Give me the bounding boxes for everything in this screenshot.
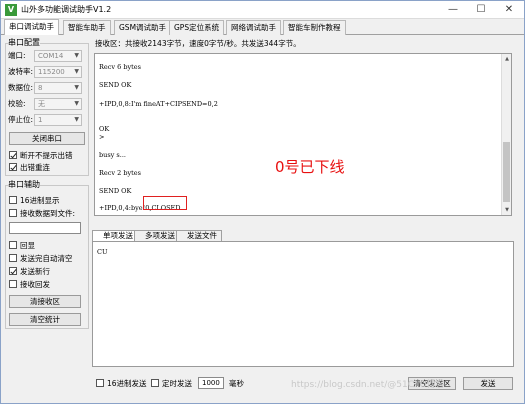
parity-select[interactable]: 无 ▼: [34, 98, 82, 110]
parity-label: 校验:: [8, 99, 26, 108]
scroll-down-icon[interactable]: ▼: [502, 205, 511, 215]
recv-echo-label: 接收回发: [20, 280, 50, 289]
close-port-button[interactable]: 关闭串口: [9, 132, 85, 145]
timed-send-checkbox[interactable]: 定时发送: [151, 378, 192, 389]
tab-gsm[interactable]: GSM调试助手: [114, 20, 172, 35]
hex-display-label: 16进制显示: [20, 196, 60, 205]
checkbox-icon: [151, 379, 159, 387]
hex-send-label: 16进制发送: [107, 379, 147, 388]
send-button[interactable]: 发送: [463, 377, 513, 390]
checkbox-checked-icon: [9, 151, 17, 159]
echo-label: 回显: [20, 241, 35, 250]
tab-send-file[interactable]: 发送文件: [176, 230, 222, 241]
recv-line: OK: [99, 125, 110, 133]
recv-stats: 接收区：共接收2143字节，速度0字节/秒。共发送344字节。: [95, 39, 301, 48]
checkbox-checked-icon: [9, 267, 17, 275]
recv-line: >: [99, 133, 105, 141]
checkbox-icon: [9, 241, 17, 249]
maximize-button[interactable]: ☐: [467, 1, 495, 19]
recv-line: +IPD,0,8:I'm fineAT+CIPSEND=0,2: [99, 100, 218, 108]
checkbox-icon: [9, 254, 17, 262]
hex-send-checkbox[interactable]: 16进制发送: [96, 378, 147, 389]
window-title: 山外多功能调试助手V1.2: [21, 5, 112, 14]
recv-echo-checkbox[interactable]: 接收回发: [9, 279, 50, 290]
serial-config-title: 串口配置: [8, 38, 40, 48]
stopbits-value: 1: [38, 116, 43, 124]
auto-clear-checkbox[interactable]: 发送完自动清空: [9, 253, 73, 264]
checkbox-icon: [96, 379, 104, 387]
recv-line: busy s...: [99, 151, 126, 159]
databits-select[interactable]: 8 ▼: [34, 82, 82, 94]
chevron-down-icon: ▼: [74, 68, 79, 75]
interval-input[interactable]: 1000: [198, 377, 224, 389]
reconnect-label: 出错重连: [20, 163, 50, 172]
title-bar: V 山外多功能调试助手V1.2 — ☐ ✕: [1, 1, 524, 19]
chevron-down-icon: ▼: [74, 84, 79, 91]
tab-smartcar[interactable]: 智能车助手: [63, 20, 111, 35]
port-select[interactable]: COM14 ▼: [34, 50, 82, 62]
echo-checkbox[interactable]: 回显: [9, 240, 35, 251]
recv-line: Recv 6 bytes: [99, 63, 141, 71]
chevron-down-icon: ▼: [74, 116, 79, 123]
baud-value: 115200: [38, 68, 65, 76]
interval-unit: 毫秒: [229, 379, 244, 388]
tab-network[interactable]: 网络调试助手: [226, 20, 281, 35]
auto-clear-label: 发送完自动清空: [20, 254, 73, 263]
chevron-down-icon: ▼: [74, 100, 79, 107]
reconnect-checkbox[interactable]: 出错重连: [9, 162, 50, 173]
port-label: 端口:: [8, 51, 26, 60]
clear-recv-button[interactable]: 清接收区: [9, 295, 81, 308]
recv-scrollbar[interactable]: ▲ ▼: [501, 54, 511, 215]
app-window: V 山外多功能调试助手V1.2 — ☐ ✕ 串口调试助手 智能车助手 GSM调试…: [0, 0, 525, 404]
main-tab-bar: 串口调试助手 智能车助手 GSM调试助手 GPS定位系统 网络调试助手 智能车制…: [1, 19, 524, 35]
hex-display-checkbox[interactable]: 16进制显示: [9, 195, 60, 206]
serial-aux-title: 串口辅助: [8, 180, 40, 190]
checkbox-icon: [9, 196, 17, 204]
tab-multi-send[interactable]: 多项发送: [134, 230, 180, 241]
stopbits-label: 停止位:: [8, 115, 34, 124]
tab-serial-debug[interactable]: 串口调试助手: [4, 19, 59, 35]
save-recv-label: 接收数据到文件:: [20, 209, 76, 218]
scrollbar-thumb[interactable]: [503, 142, 510, 202]
recv-line: SEND OK: [99, 187, 132, 195]
app-logo-icon: V: [5, 4, 17, 16]
baud-label: 波特率:: [8, 67, 34, 76]
tab-gps[interactable]: GPS定位系统: [169, 20, 225, 35]
no-error-prompt-label: 断开不提示出错: [20, 151, 73, 160]
checkbox-checked-icon: [9, 163, 17, 171]
databits-value: 8: [38, 84, 43, 92]
send-textarea[interactable]: CU: [92, 241, 514, 367]
receive-textarea[interactable]: Recv 6 bytes SEND OK +IPD,0,8:I'm fineAT…: [94, 53, 512, 216]
clear-stats-button[interactable]: 清空统计: [9, 313, 81, 326]
minimize-button[interactable]: —: [439, 1, 467, 19]
baud-select[interactable]: 115200 ▼: [34, 66, 82, 78]
checkbox-icon: [9, 209, 17, 217]
send-newline-checkbox[interactable]: 发送新行: [9, 266, 50, 277]
checkbox-icon: [9, 280, 17, 288]
save-recv-checkbox[interactable]: 接收数据到文件:: [9, 208, 75, 219]
scroll-up-icon[interactable]: ▲: [502, 54, 511, 64]
close-button[interactable]: ✕: [495, 1, 523, 19]
save-file-path-input[interactable]: [9, 222, 81, 234]
send-content: CU: [97, 248, 108, 256]
port-value: COM14: [38, 52, 64, 60]
stopbits-select[interactable]: 1 ▼: [34, 114, 82, 126]
recv-line: SEND OK: [99, 81, 132, 89]
chevron-down-icon: ▼: [74, 52, 79, 59]
watermark: https://blog.csdn.net/@51CTO博客: [291, 380, 445, 390]
closed-highlight-box: [143, 196, 187, 210]
tab-tutorial[interactable]: 智能车制作教程: [283, 20, 346, 35]
timed-send-label: 定时发送: [162, 379, 192, 388]
databits-label: 数据位:: [8, 83, 34, 92]
tab-single-send[interactable]: 单项发送: [92, 230, 138, 241]
send-newline-label: 发送新行: [20, 267, 50, 276]
recv-line: Recv 2 bytes: [99, 169, 141, 177]
offline-annotation: 0号已下线: [275, 158, 345, 176]
parity-value: 无: [38, 100, 45, 108]
no-error-prompt-checkbox[interactable]: 断开不提示出错: [9, 150, 73, 161]
